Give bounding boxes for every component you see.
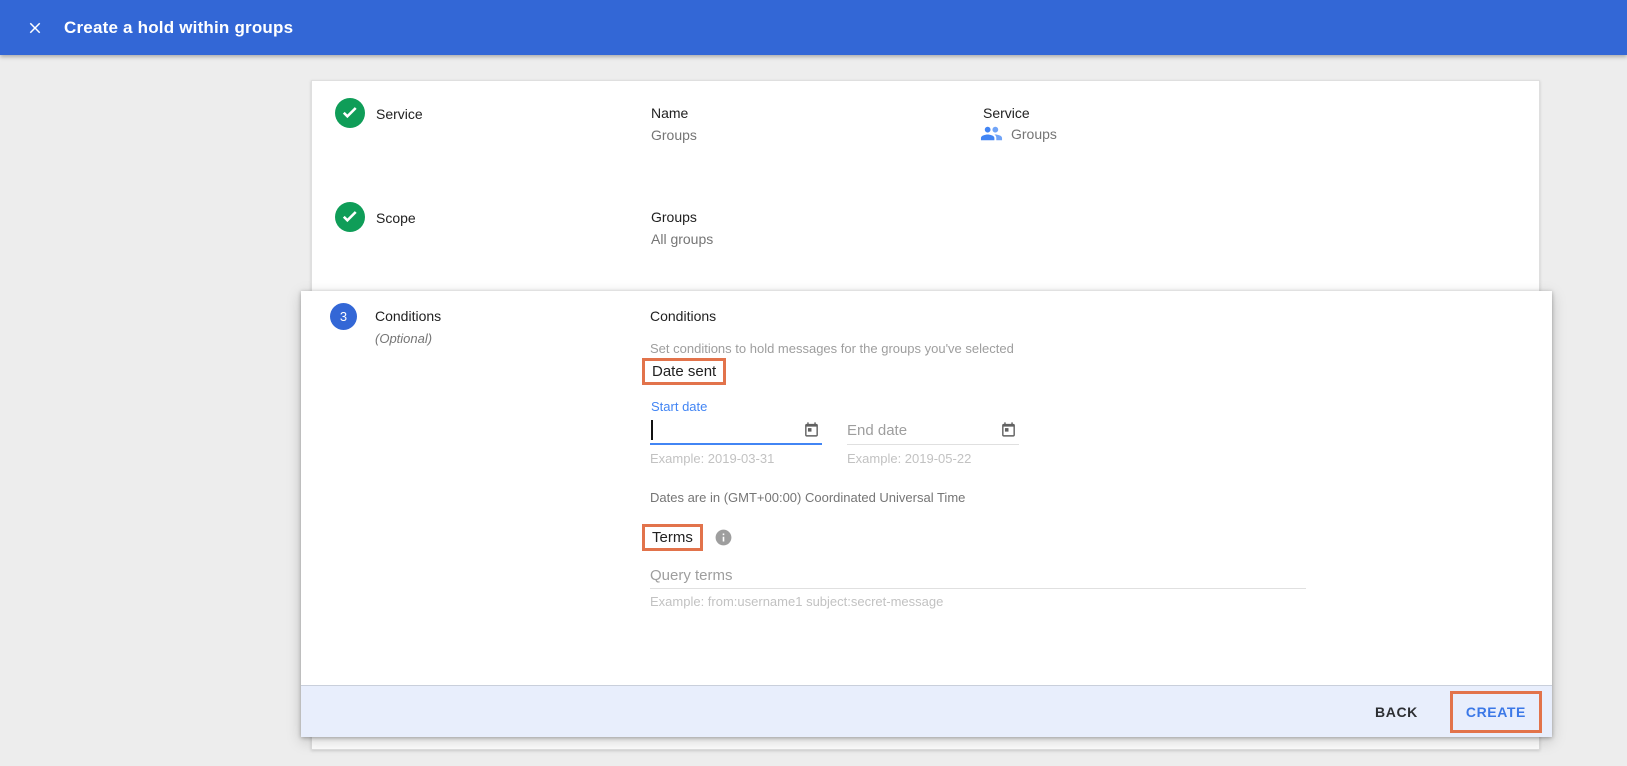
query-terms-input[interactable] [650,563,1306,587]
check-circle-icon [335,98,365,128]
query-terms-field[interactable] [650,563,1306,589]
service-service-value: Groups [1011,125,1057,142]
scope-groups-value: All groups [651,231,714,247]
service-service-value-row: Groups [980,122,1057,145]
step-service-label: Service [376,106,423,122]
scope-groups-label: Groups [651,209,697,225]
create-hold-dialog: Create a hold within groups Service Name… [0,0,1627,766]
calendar-icon-glyph [805,422,818,437]
service-name-label: Name [651,105,689,121]
close-icon-glyph [29,22,41,33]
end-date-field[interactable] [847,417,1019,445]
step-scope-label: Scope [376,210,416,226]
service-service-label: Service [983,105,1030,121]
terms-label-row: Terms [642,524,733,551]
calendar-icon-glyph [1002,422,1015,437]
service-name-value: Groups [651,127,697,143]
terms-label-annotated: Terms [642,524,703,551]
end-date-example: Example: 2019-05-22 [847,451,972,466]
conditions-description: Set conditions to hold messages for the … [650,341,1014,356]
info-icon[interactable] [714,528,733,547]
conditions-step-card: 3 Conditions (Optional) Conditions Set c… [301,291,1552,737]
groups-people-icon [980,126,1003,141]
text-caret [651,420,653,440]
service-step-complete-icon [335,98,365,131]
start-date-label: Start date [651,399,708,414]
start-date-input[interactable] [650,417,790,443]
date-sent-label-annotated: Date sent [642,358,727,385]
close-icon[interactable] [22,15,48,41]
conditions-heading: Conditions [650,308,717,324]
start-date-field[interactable] [650,417,822,445]
step-conditions-optional: (Optional) [375,331,433,346]
step-conditions-label: Conditions [375,308,442,324]
create-button[interactable]: CREATE [1453,694,1539,730]
dialog-footer: BACK CREATE [301,685,1552,737]
step-3-badge: 3 [330,303,357,330]
create-button-annotation-box: CREATE [1449,690,1542,733]
back-button[interactable]: BACK [1367,694,1426,730]
dialog-header: Create a hold within groups [0,0,1627,55]
calendar-icon[interactable] [1000,421,1017,441]
start-date-example: Example: 2019-03-31 [650,451,775,466]
scope-step-complete-icon [335,202,365,235]
check-circle-icon [335,202,365,232]
calendar-icon[interactable] [803,421,820,441]
dialog-title: Create a hold within groups [64,17,294,37]
end-date-input[interactable] [847,417,987,443]
query-terms-example: Example: from:username1 subject:secret-m… [650,594,944,609]
timezone-note: Dates are in (GMT+00:00) Coordinated Uni… [650,490,966,505]
